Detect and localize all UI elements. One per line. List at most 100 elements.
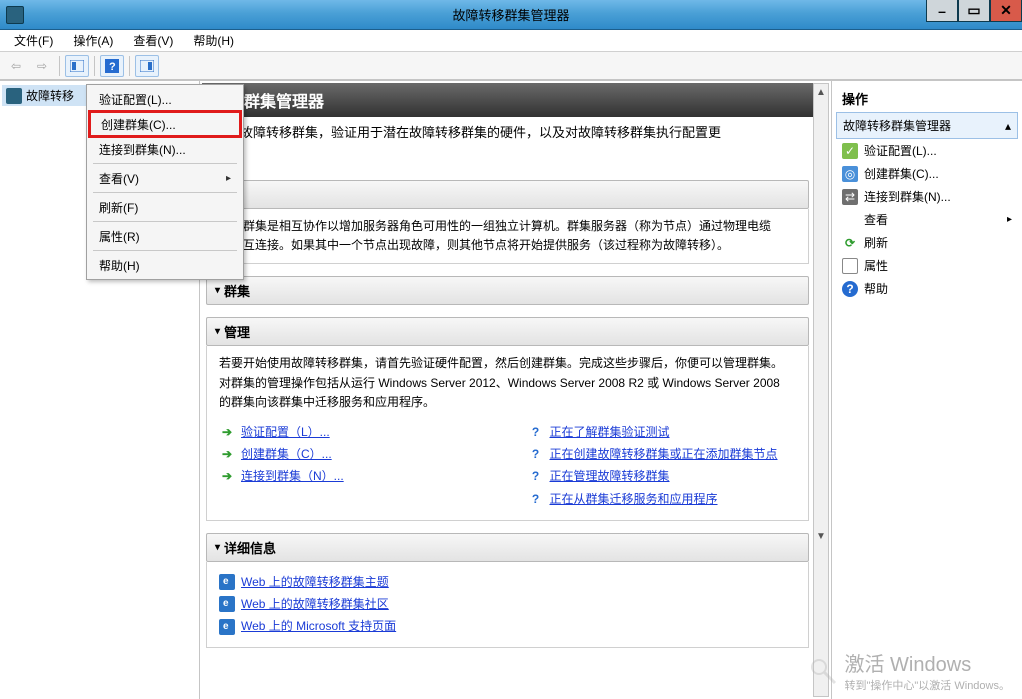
actions-pane: 操作 故障转移群集管理器 ▴ ✓验证配置(L)... ◎创建群集(C)... ⇄… [832, 81, 1022, 699]
page-intro-text: 创建故障转移群集，验证用于潜在故障转移群集的硬件，以及对故障转移群集执行配置更 … [202, 117, 813, 168]
web-icon [219, 596, 235, 612]
action-connect-cluster[interactable]: ⇄连接到群集(N)... [836, 185, 1018, 208]
submenu-arrow-icon: ▸ [226, 173, 231, 184]
toolbar-separator [94, 56, 95, 76]
menu-help[interactable]: 帮助(H) [183, 30, 244, 51]
web-icon [219, 619, 235, 635]
menu-action[interactable]: 操作(A) [63, 30, 123, 51]
action-view[interactable]: 查看▸ [836, 208, 1018, 231]
scrollbar[interactable]: ▲ ▼ [813, 83, 829, 697]
ctx-separator [93, 250, 237, 251]
ctx-view[interactable]: 查看(V)▸ [89, 166, 241, 190]
caret-down-icon: ▾ [215, 542, 220, 553]
window-title: 故障转移群集管理器 [0, 5, 1022, 24]
overview-header[interactable]: ▾ 述 [206, 180, 809, 209]
link-web-topics[interactable]: Web 上的故障转移群集主题 [241, 573, 389, 592]
svg-text:?: ? [109, 61, 116, 73]
details-body: Web 上的故障转移群集主题 Web 上的故障转移群集社区 Web 上的 Mic… [206, 562, 809, 649]
arrow-right-icon: ➔ [219, 425, 235, 441]
refresh-icon: ⟳ [842, 235, 858, 251]
action-properties[interactable]: 属性 [836, 254, 1018, 277]
manage-body: 若要开始使用故障转移群集，请首先验证硬件配置，然后创建群集。完成这些步骤后，你便… [206, 346, 809, 520]
center-pane: 转移群集管理器 创建故障转移群集，验证用于潜在故障转移群集的硬件，以及对故障转移… [200, 81, 832, 699]
window-buttons: – ▭ ✕ [926, 0, 1022, 22]
action-help[interactable]: ?帮助 [836, 277, 1018, 300]
show-hide-tree-button[interactable] [65, 55, 89, 77]
nav-tree: 故障转移 验证配置(L)... 创建群集(C)... 连接到群集(N)... 查… [0, 81, 200, 699]
ctx-refresh[interactable]: 刷新(F) [89, 195, 241, 219]
arrow-right-icon: ➔ [219, 447, 235, 463]
help-icon: ? [528, 491, 544, 507]
ctx-create-cluster[interactable]: 创建群集(C)... [88, 110, 242, 138]
maximize-button[interactable]: ▭ [958, 0, 990, 22]
link-web-support[interactable]: Web 上的 Microsoft 支持页面 [241, 617, 396, 636]
toolbar-separator [129, 56, 130, 76]
link-create-cluster[interactable]: 创建群集（C）... [241, 445, 332, 464]
toolbar-separator [59, 56, 60, 76]
ctx-separator [93, 163, 237, 164]
app-icon [6, 6, 24, 24]
scroll-up-icon[interactable]: ▲ [816, 84, 826, 100]
help-icon: ? [528, 447, 544, 463]
arrow-right-icon: ➔ [219, 469, 235, 485]
menu-file[interactable]: 文件(F) [4, 30, 63, 51]
link-learn-create[interactable]: 正在创建故障转移群集或正在添加群集节点 [550, 445, 778, 464]
check-icon: ✓ [842, 143, 858, 159]
web-icon [219, 574, 235, 590]
back-button[interactable]: ⇦ [4, 55, 28, 77]
ctx-separator [93, 221, 237, 222]
manage-header[interactable]: ▾ 管理 [206, 317, 809, 346]
scroll-down-icon[interactable]: ▼ [816, 528, 826, 544]
blank-icon [842, 212, 858, 228]
manage-intro: 若要开始使用故障转移群集，请首先验证硬件配置，然后创建群集。完成这些步骤后，你便… [219, 354, 796, 412]
link-validate-config[interactable]: 验证配置（L）... [241, 423, 330, 442]
help-toolbar-button[interactable]: ? [100, 55, 124, 77]
submenu-arrow-icon: ▸ [1007, 214, 1012, 225]
actions-group-title[interactable]: 故障转移群集管理器 ▴ [836, 112, 1018, 139]
manage-links-left: ➔ 验证配置（L）... ➔ 创建群集（C）... ➔ 连接到群集（N）... [219, 420, 488, 512]
ctx-validate-config[interactable]: 验证配置(L)... [89, 87, 241, 111]
properties-icon [842, 258, 858, 274]
cluster-icon: ◎ [842, 166, 858, 182]
actions-header: 操作 [836, 85, 1018, 112]
link-learn-validate[interactable]: 正在了解群集验证测试 [550, 423, 670, 442]
help-icon: ? [528, 425, 544, 441]
link-learn-manage[interactable]: 正在管理故障转移群集 [550, 467, 670, 486]
connect-icon: ⇄ [842, 189, 858, 205]
clusters-title: 群集 [224, 281, 250, 300]
action-refresh[interactable]: ⟳刷新 [836, 231, 1018, 254]
help-icon: ? [842, 281, 858, 297]
link-connect-cluster[interactable]: 连接到群集（N）... [241, 467, 344, 486]
close-button[interactable]: ✕ [990, 0, 1022, 22]
tool-bar: ⇦ ⇨ ? [0, 52, 1022, 80]
link-web-community[interactable]: Web 上的故障转移群集社区 [241, 595, 389, 614]
overview-body: 转移群集是相互协作以增加服务器角色可用性的一组独立计算机。群集服务器（称为节点）… [206, 209, 809, 264]
caret-down-icon: ▾ [215, 326, 220, 337]
clusters-header[interactable]: ▾ 群集 [206, 276, 809, 305]
ctx-properties[interactable]: 属性(R) [89, 224, 241, 248]
context-menu: 验证配置(L)... 创建群集(C)... 连接到群集(N)... 查看(V)▸… [86, 84, 244, 280]
main-area: 故障转移 验证配置(L)... 创建群集(C)... 连接到群集(N)... 查… [0, 80, 1022, 699]
cluster-manager-icon [6, 88, 22, 104]
title-bar: 故障转移群集管理器 – ▭ ✕ [0, 0, 1022, 30]
ctx-separator [93, 192, 237, 193]
action-validate-config[interactable]: ✓验证配置(L)... [836, 139, 1018, 162]
page-title: 转移群集管理器 [202, 83, 813, 117]
manage-title: 管理 [224, 322, 250, 341]
details-title: 详细信息 [224, 538, 276, 557]
ctx-connect-cluster[interactable]: 连接到群集(N)... [89, 137, 241, 161]
details-header[interactable]: ▾ 详细信息 [206, 533, 809, 562]
ctx-help[interactable]: 帮助(H) [89, 253, 241, 277]
link-learn-migrate[interactable]: 正在从群集迁移服务和应用程序 [550, 490, 718, 509]
collapse-arrow-icon: ▴ [1005, 119, 1011, 133]
intro-line-1: 创建故障转移群集，验证用于潜在故障转移群集的硬件，以及对故障转移群集执行配置更 [214, 125, 721, 140]
forward-button[interactable]: ⇨ [30, 55, 54, 77]
action-create-cluster[interactable]: ◎创建群集(C)... [836, 162, 1018, 185]
nav-root-label: 故障转移 [26, 87, 74, 104]
show-actions-button[interactable] [135, 55, 159, 77]
help-icon: ? [528, 469, 544, 485]
manage-links-right: ? 正在了解群集验证测试 ? 正在创建故障转移群集或正在添加群集节点 ? 正在管理故障… [528, 420, 797, 512]
menu-view[interactable]: 查看(V) [123, 30, 183, 51]
minimize-button[interactable]: – [926, 0, 958, 22]
caret-down-icon: ▾ [215, 285, 220, 296]
